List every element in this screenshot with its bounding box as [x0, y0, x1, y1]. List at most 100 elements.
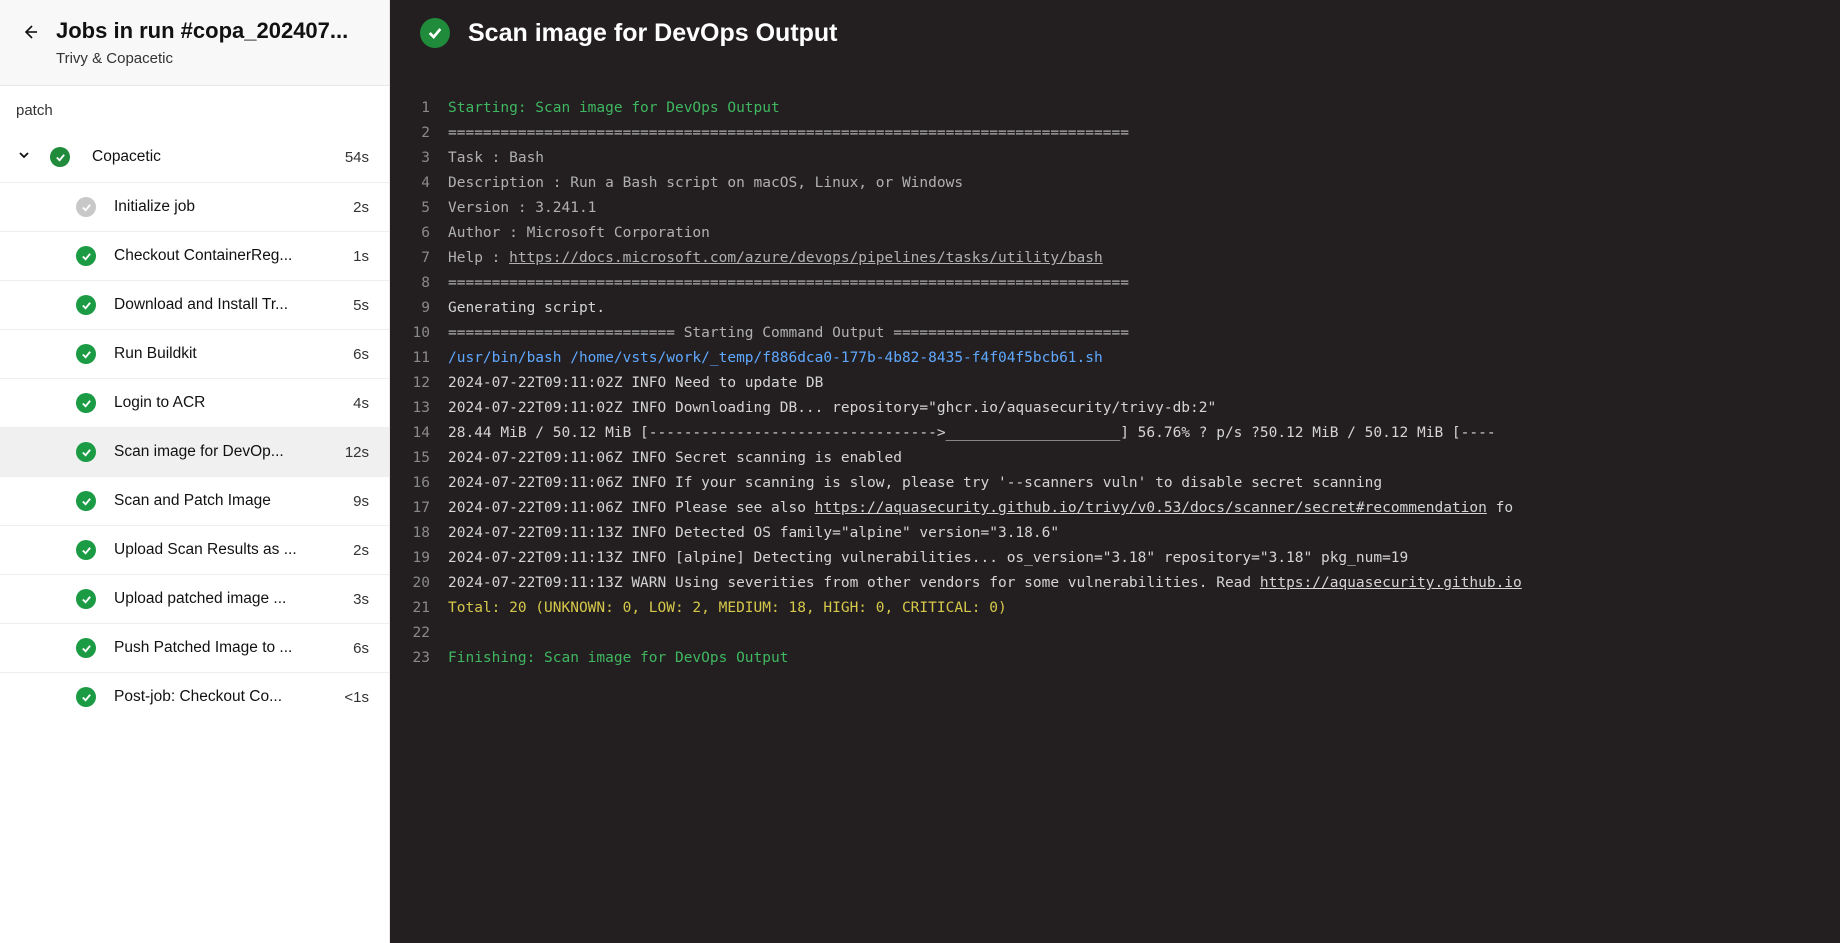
log-line: 162024-07-22T09:11:06Z INFO If your scan…	[390, 471, 1840, 496]
log-line: 8=======================================…	[390, 271, 1840, 296]
log-line: 2=======================================…	[390, 121, 1840, 146]
job-row[interactable]: Copacetic 54s	[0, 133, 389, 182]
log-line: 122024-07-22T09:11:02Z INFO Need to upda…	[390, 371, 1840, 396]
task-row[interactable]: Download and Install Tr... 5s	[0, 280, 389, 329]
task-name: Scan and Patch Image	[114, 492, 347, 510]
log-line: 22	[390, 621, 1840, 646]
task-duration: 3s	[353, 591, 369, 608]
status-success-icon	[420, 18, 450, 48]
line-number: 13	[390, 396, 448, 421]
line-number: 10	[390, 321, 448, 346]
line-number: 23	[390, 646, 448, 671]
task-name: Scan image for DevOp...	[114, 443, 339, 461]
task-name: Upload Scan Results as ...	[114, 541, 347, 559]
task-row[interactable]: Push Patched Image to ... 6s	[0, 623, 389, 672]
line-number: 8	[390, 271, 448, 296]
task-row[interactable]: Login to ACR 4s	[0, 378, 389, 427]
task-name: Post-job: Checkout Co...	[114, 688, 338, 706]
task-row[interactable]: Initialize job 2s	[0, 182, 389, 231]
task-row[interactable]: Checkout ContainerReg... 1s	[0, 231, 389, 280]
status-success-icon	[76, 393, 96, 413]
task-duration: 6s	[353, 640, 369, 657]
status-success-icon	[76, 344, 96, 364]
task-row[interactable]: Scan and Patch Image 9s	[0, 476, 389, 525]
log-panel: Scan image for DevOps Output 1Starting: …	[390, 0, 1840, 943]
status-success-icon	[76, 491, 96, 511]
task-row[interactable]: Run Buildkit 6s	[0, 329, 389, 378]
task-row[interactable]: Upload Scan Results as ...2s	[0, 525, 389, 574]
jobs-sidebar: Jobs in run #copa_202407... Trivy & Copa…	[0, 0, 390, 943]
log-line: 10========================== Starting Co…	[390, 321, 1840, 346]
sidebar-header: Jobs in run #copa_202407... Trivy & Copa…	[0, 0, 389, 86]
job-name: Copacetic	[92, 148, 339, 166]
line-number: 17	[390, 496, 448, 521]
log-line: 6Author : Microsoft Corporation	[390, 221, 1840, 246]
line-number: 11	[390, 346, 448, 371]
task-duration: 4s	[353, 395, 369, 412]
log-line: 192024-07-22T09:11:13Z INFO [alpine] Det…	[390, 546, 1840, 571]
line-number: 7	[390, 246, 448, 271]
task-row[interactable]: Scan image for DevOp... 12s	[0, 427, 389, 476]
line-number: 4	[390, 171, 448, 196]
line-number: 3	[390, 146, 448, 171]
task-name: Push Patched Image to ...	[114, 639, 347, 657]
task-duration: 9s	[353, 493, 369, 510]
status-success-icon	[50, 147, 70, 167]
status-success-icon	[76, 246, 96, 266]
status-success-icon	[76, 589, 96, 609]
back-arrow-icon[interactable]	[22, 24, 38, 45]
log-line: 172024-07-22T09:11:06Z INFO Please see a…	[390, 496, 1840, 521]
task-row[interactable]: Upload patched image ... 3s	[0, 574, 389, 623]
line-number: 5	[390, 196, 448, 221]
log-line: 5Version : 3.241.1	[390, 196, 1840, 221]
task-name: Upload patched image ...	[114, 590, 347, 608]
task-name: Login to ACR	[114, 394, 347, 412]
line-number: 1	[390, 96, 448, 121]
log-line: 23Finishing: Scan image for DevOps Outpu…	[390, 646, 1840, 671]
log-line: 3Task : Bash	[390, 146, 1840, 171]
task-name: Checkout ContainerReg...	[114, 247, 347, 265]
line-number: 16	[390, 471, 448, 496]
line-number: 21	[390, 596, 448, 621]
task-name: Run Buildkit	[114, 345, 347, 363]
log-line: 202024-07-22T09:11:13Z WARN Using severi…	[390, 571, 1840, 596]
task-duration: 6s	[353, 346, 369, 363]
status-success-icon	[76, 687, 96, 707]
line-number: 2	[390, 121, 448, 146]
pipeline-name[interactable]: Trivy & Copacetic	[56, 50, 348, 67]
status-success-icon	[76, 295, 96, 315]
log-line: 152024-07-22T09:11:06Z INFO Secret scann…	[390, 446, 1840, 471]
line-number: 9	[390, 296, 448, 321]
task-row[interactable]: Post-job: Checkout Co... <1s	[0, 672, 389, 721]
log-line: 1428.44 MiB / 50.12 MiB [---------------…	[390, 421, 1840, 446]
log-line: 182024-07-22T09:11:13Z INFO Detected OS …	[390, 521, 1840, 546]
log-line: 4Description : Run a Bash script on macO…	[390, 171, 1840, 196]
task-duration: 2s	[353, 199, 369, 216]
line-number: 12	[390, 371, 448, 396]
task-duration: 5s	[353, 297, 369, 314]
log-line: 1Starting: Scan image for DevOps Output	[390, 96, 1840, 121]
log-line: 132024-07-22T09:11:02Z INFO Downloading …	[390, 396, 1840, 421]
line-number: 20	[390, 571, 448, 596]
status-skipped-icon	[76, 197, 96, 217]
task-duration: 1s	[353, 248, 369, 265]
log-header: Scan image for DevOps Output	[390, 0, 1840, 66]
task-name: Initialize job	[114, 198, 347, 216]
job-duration: 54s	[345, 149, 369, 166]
page-title: Jobs in run #copa_202407...	[56, 18, 348, 44]
line-number: 18	[390, 521, 448, 546]
line-number: 15	[390, 446, 448, 471]
task-duration: <1s	[344, 689, 369, 706]
log-output[interactable]: 1Starting: Scan image for DevOps Output2…	[390, 66, 1840, 943]
line-number: 14	[390, 421, 448, 446]
chevron-down-icon	[18, 148, 32, 166]
line-number: 6	[390, 221, 448, 246]
line-number: 19	[390, 546, 448, 571]
status-success-icon	[76, 442, 96, 462]
task-duration: 12s	[345, 444, 369, 461]
task-list: Initialize job 2s Checkout ContainerReg...…	[0, 182, 389, 943]
log-line: 9Generating script.	[390, 296, 1840, 321]
line-number: 22	[390, 621, 448, 646]
log-title: Scan image for DevOps Output	[468, 19, 838, 48]
task-name: Download and Install Tr...	[114, 296, 347, 314]
